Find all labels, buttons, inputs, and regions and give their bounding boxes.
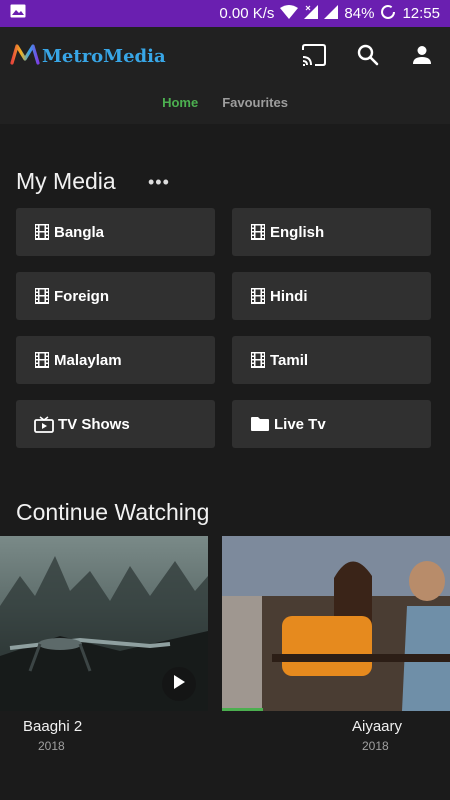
- logo-text: MetroMedia: [42, 46, 166, 67]
- app-bar: MetroMedia Home Favourites: [0, 27, 450, 124]
- category-foreign[interactable]: Foreign: [16, 272, 215, 320]
- signal-icon: [304, 4, 319, 23]
- film-icon: [34, 224, 50, 240]
- play-button[interactable]: [162, 667, 196, 701]
- tile-label: Bangla: [54, 223, 105, 241]
- battery-charging-icon: [380, 4, 396, 24]
- gallery-notification-icon: [10, 4, 26, 23]
- tile-label: Tamil: [270, 351, 309, 369]
- app-logo[interactable]: MetroMedia: [10, 43, 166, 70]
- account-icon: [412, 45, 432, 70]
- category-malaylam[interactable]: Malaylam: [16, 336, 215, 384]
- search-icon: [357, 44, 379, 71]
- more-options-icon[interactable]: •••: [148, 172, 170, 193]
- continue-watching-carousel: Baaghi 2 2018 Aiyaary 2018: [0, 536, 450, 766]
- media-title: Baaghi 2: [23, 718, 83, 735]
- tile-label: Malaylam: [54, 351, 122, 369]
- tile-label: Hindi: [270, 287, 308, 305]
- category-bangla[interactable]: Bangla: [16, 208, 215, 256]
- my-media-title: My Media: [16, 168, 116, 194]
- wifi-icon: [280, 4, 299, 23]
- media-title: Aiyaary: [352, 718, 403, 735]
- category-hindi[interactable]: Hindi: [232, 272, 431, 320]
- film-icon: [34, 352, 50, 368]
- clock: 12:55: [402, 5, 440, 22]
- cast-icon: [301, 43, 327, 71]
- tile-label: English: [270, 223, 325, 241]
- tile-label: TV Shows: [58, 415, 130, 433]
- tab-favourites[interactable]: Favourites: [222, 95, 288, 110]
- film-icon: [250, 352, 266, 368]
- signal-icon-2: [324, 4, 339, 23]
- tile-label: Live Tv: [274, 415, 326, 433]
- film-icon: [250, 288, 266, 304]
- media-year: 2018: [38, 739, 65, 753]
- watch-progress-bar: [222, 708, 264, 711]
- category-live-tv[interactable]: Live Tv: [232, 400, 431, 448]
- search-button[interactable]: [352, 41, 384, 73]
- media-card[interactable]: Baaghi 2 2018: [0, 536, 208, 753]
- film-icon: [34, 288, 50, 304]
- play-icon: [173, 674, 185, 694]
- category-english[interactable]: English: [232, 208, 431, 256]
- account-button[interactable]: [406, 41, 438, 73]
- folder-icon: [250, 416, 270, 432]
- media-thumbnail[interactable]: [0, 536, 208, 711]
- battery-level: 84%: [344, 5, 375, 22]
- continue-watching-title: Continue Watching: [16, 499, 210, 525]
- media-thumbnail[interactable]: [222, 536, 450, 711]
- tv-icon: [34, 416, 54, 433]
- tab-home[interactable]: Home: [162, 95, 198, 110]
- media-card[interactable]: Aiyaary 2018: [222, 536, 450, 753]
- media-category-grid: Bangla English Foreign Hindi Malaylam Ta…: [16, 208, 431, 448]
- film-icon: [250, 224, 266, 240]
- cast-button[interactable]: [298, 41, 330, 73]
- category-tamil[interactable]: Tamil: [232, 336, 431, 384]
- logo-mark-icon: [10, 43, 40, 70]
- tile-label: Foreign: [54, 287, 109, 305]
- network-speed: 0.00 K/s: [219, 5, 275, 22]
- category-tv-shows[interactable]: TV Shows: [16, 400, 215, 448]
- tab-bar: Home Favourites: [0, 95, 450, 110]
- status-bar: 0.00 K/s 84% 12:55: [0, 0, 450, 27]
- media-year: 2018: [362, 739, 389, 753]
